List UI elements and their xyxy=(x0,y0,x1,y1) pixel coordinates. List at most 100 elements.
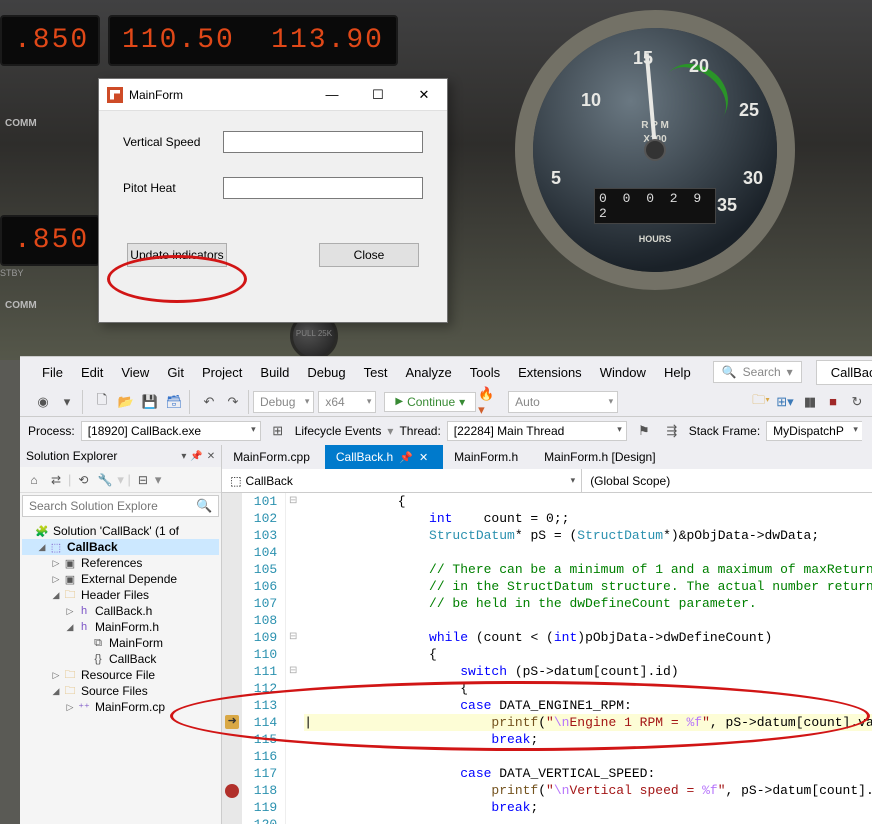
code-line[interactable]: break; xyxy=(304,799,872,816)
close-panel-icon[interactable]: ✕ xyxy=(207,451,215,462)
fold-toggle[interactable]: ⊟ xyxy=(286,663,300,680)
code-line[interactable]: // in the StructDatum structure. The act… xyxy=(304,578,872,595)
update-indicators-button[interactable]: Update indicators xyxy=(127,243,227,267)
tree-item[interactable]: 🧩Solution 'CallBack' (1 of xyxy=(22,523,219,539)
code-line[interactable] xyxy=(304,544,872,561)
tree-item[interactable]: ◢hMainForm.h xyxy=(22,619,219,635)
tree-item[interactable]: ▷🗀Resource File xyxy=(22,667,219,683)
nav-back-button[interactable]: ◉ xyxy=(32,391,54,413)
nav-fwd-button[interactable]: ▾ xyxy=(56,391,78,413)
code-line[interactable]: // be held in the dwDefineCount paramete… xyxy=(304,595,872,612)
code-line[interactable]: switch (pS->datum[count].id) xyxy=(304,663,872,680)
pitot-heat-input[interactable] xyxy=(223,177,423,199)
code-line[interactable]: // There can be a minimum of 1 and a max… xyxy=(304,561,872,578)
minimize-button[interactable]: — xyxy=(309,80,355,110)
close-button[interactable]: Close xyxy=(319,243,419,267)
save-button[interactable]: 💾 xyxy=(139,391,161,413)
stackframe-dropdown[interactable]: MyDispatchP xyxy=(766,421,862,441)
menu-edit[interactable]: Edit xyxy=(73,361,111,384)
sol-collapse-icon[interactable]: ⊟ xyxy=(133,470,153,490)
tb-misc-1[interactable]: 🗀▾ xyxy=(750,391,772,413)
close-tab-icon[interactable]: ✕ xyxy=(419,451,428,464)
tree-item[interactable]: ▷hCallBack.h xyxy=(22,603,219,619)
restart-button[interactable]: ↻ xyxy=(846,391,868,413)
close-window-button[interactable]: ✕ xyxy=(401,80,447,110)
open-button[interactable]: 📂 xyxy=(115,391,137,413)
fold-toggle[interactable]: ⊟ xyxy=(286,493,300,510)
lifecycle-icon[interactable]: ⊞ xyxy=(267,420,289,442)
tree-item[interactable]: ◢⬚CallBack xyxy=(22,539,219,555)
code-line[interactable]: case DATA_ENGINE1_RPM: xyxy=(304,697,872,714)
menu-test[interactable]: Test xyxy=(356,361,396,384)
sol-switch-icon[interactable]: ⇄ xyxy=(46,470,66,490)
editor-tab[interactable]: MainForm.h [Design] xyxy=(533,445,670,469)
tree-item[interactable]: ◢🗀Header Files xyxy=(22,587,219,603)
menu-file[interactable]: File xyxy=(34,361,71,384)
tree-item[interactable]: ⧉MainForm xyxy=(22,635,219,651)
code-line[interactable]: StructDatum* pS = (StructDatum*)&pObjDat… xyxy=(304,527,872,544)
code-line[interactable]: case DATA_VERTICAL_SPEED: xyxy=(304,765,872,782)
editor-tab[interactable]: MainForm.cpp xyxy=(222,445,325,469)
menu-help[interactable]: Help xyxy=(656,361,699,384)
pin-icon[interactable]: 📌 xyxy=(399,451,413,464)
tree-item[interactable]: ▷▣External Depende xyxy=(22,571,219,587)
editor-nav-project[interactable]: ⬚ CallBack xyxy=(222,469,582,492)
menu-debug[interactable]: Debug xyxy=(299,361,353,384)
new-item-button[interactable]: 🗋 xyxy=(91,391,113,413)
code-line[interactable] xyxy=(304,816,872,824)
sol-wrench-icon[interactable]: 🔧 xyxy=(95,470,115,490)
pin-icon[interactable]: ▾ xyxy=(181,451,186,462)
tb-misc-2[interactable]: ⊞▾ xyxy=(774,391,796,413)
menu-analyze[interactable]: Analyze xyxy=(397,361,459,384)
code-line[interactable]: while (count < (int)pObjData->dwDefineCo… xyxy=(304,629,872,646)
menu-build[interactable]: Build xyxy=(252,361,297,384)
solution-search[interactable]: 🔍 xyxy=(22,495,219,517)
save-all-button[interactable]: 🗃 xyxy=(163,391,185,413)
code-line[interactable]: { xyxy=(304,646,872,663)
threads-icon[interactable]: ⇶ xyxy=(661,420,683,442)
thread-dropdown[interactable]: [22284] Main Thread xyxy=(447,421,627,441)
code-line[interactable] xyxy=(304,748,872,765)
solution-search-input[interactable] xyxy=(23,496,190,516)
sol-home-icon[interactable]: ⌂ xyxy=(24,470,44,490)
editor-nav-scope[interactable]: (Global Scope) xyxy=(582,469,872,492)
sol-sync-icon[interactable]: ⟲ xyxy=(73,470,93,490)
menu-tools[interactable]: Tools xyxy=(462,361,508,384)
menu-git[interactable]: Git xyxy=(159,361,192,384)
menu-window[interactable]: Window xyxy=(592,361,654,384)
mainform-titlebar[interactable]: MainForm — ☐ ✕ xyxy=(99,79,447,111)
solution-tree[interactable]: 🧩Solution 'CallBack' (1 of◢⬚CallBack▷▣Re… xyxy=(20,519,221,824)
code-line[interactable]: | printf("\nEngine 1 RPM = %f", pS->datu… xyxy=(304,714,872,731)
menu-extensions[interactable]: Extensions xyxy=(510,361,590,384)
redo-button[interactable]: ↷ xyxy=(222,391,244,413)
menu-project[interactable]: Project xyxy=(194,361,250,384)
code-area[interactable]: 1011021031041051061071081091101111121131… xyxy=(222,493,872,824)
undo-button[interactable]: ↶ xyxy=(198,391,220,413)
hot-reload-button[interactable]: 🔥▾ xyxy=(478,391,500,413)
code-line[interactable]: { xyxy=(304,493,872,510)
vertical-speed-input[interactable] xyxy=(223,131,423,153)
tree-item[interactable]: ▷⁺⁺MainForm.cp xyxy=(22,699,219,715)
auto-dropdown[interactable]: Auto xyxy=(508,391,618,413)
flag-icon[interactable]: ⚑ xyxy=(633,420,655,442)
breakpoint-icon[interactable] xyxy=(225,784,239,798)
tree-item[interactable]: ◢🗀Source Files xyxy=(22,683,219,699)
code-line[interactable] xyxy=(304,612,872,629)
autohide-icon[interactable]: 📌 xyxy=(190,451,202,462)
platform-dropdown[interactable]: x64 xyxy=(318,391,376,413)
tree-item[interactable]: {}CallBack xyxy=(22,651,219,667)
maximize-button[interactable]: ☐ xyxy=(355,80,401,110)
code-line[interactable]: { xyxy=(304,680,872,697)
editor-tab[interactable]: MainForm.h xyxy=(443,445,533,469)
code-line[interactable]: break; xyxy=(304,731,872,748)
continue-button[interactable]: Continue ▾ xyxy=(384,392,476,412)
code-line[interactable]: printf("\nVertical speed = %f", pS->datu… xyxy=(304,782,872,799)
code-line[interactable]: int count = 0;; xyxy=(304,510,872,527)
stop-button[interactable]: ■ xyxy=(822,391,844,413)
editor-tab[interactable]: CallBack.h 📌✕ xyxy=(325,445,443,469)
vs-search-box[interactable]: 🔍 Search ▾ xyxy=(713,361,802,383)
config-dropdown[interactable]: Debug xyxy=(253,391,314,413)
process-dropdown[interactable]: [18920] CallBack.exe xyxy=(81,421,261,441)
menu-view[interactable]: View xyxy=(113,361,157,384)
pause-button[interactable]: ▮▮ xyxy=(798,391,820,413)
